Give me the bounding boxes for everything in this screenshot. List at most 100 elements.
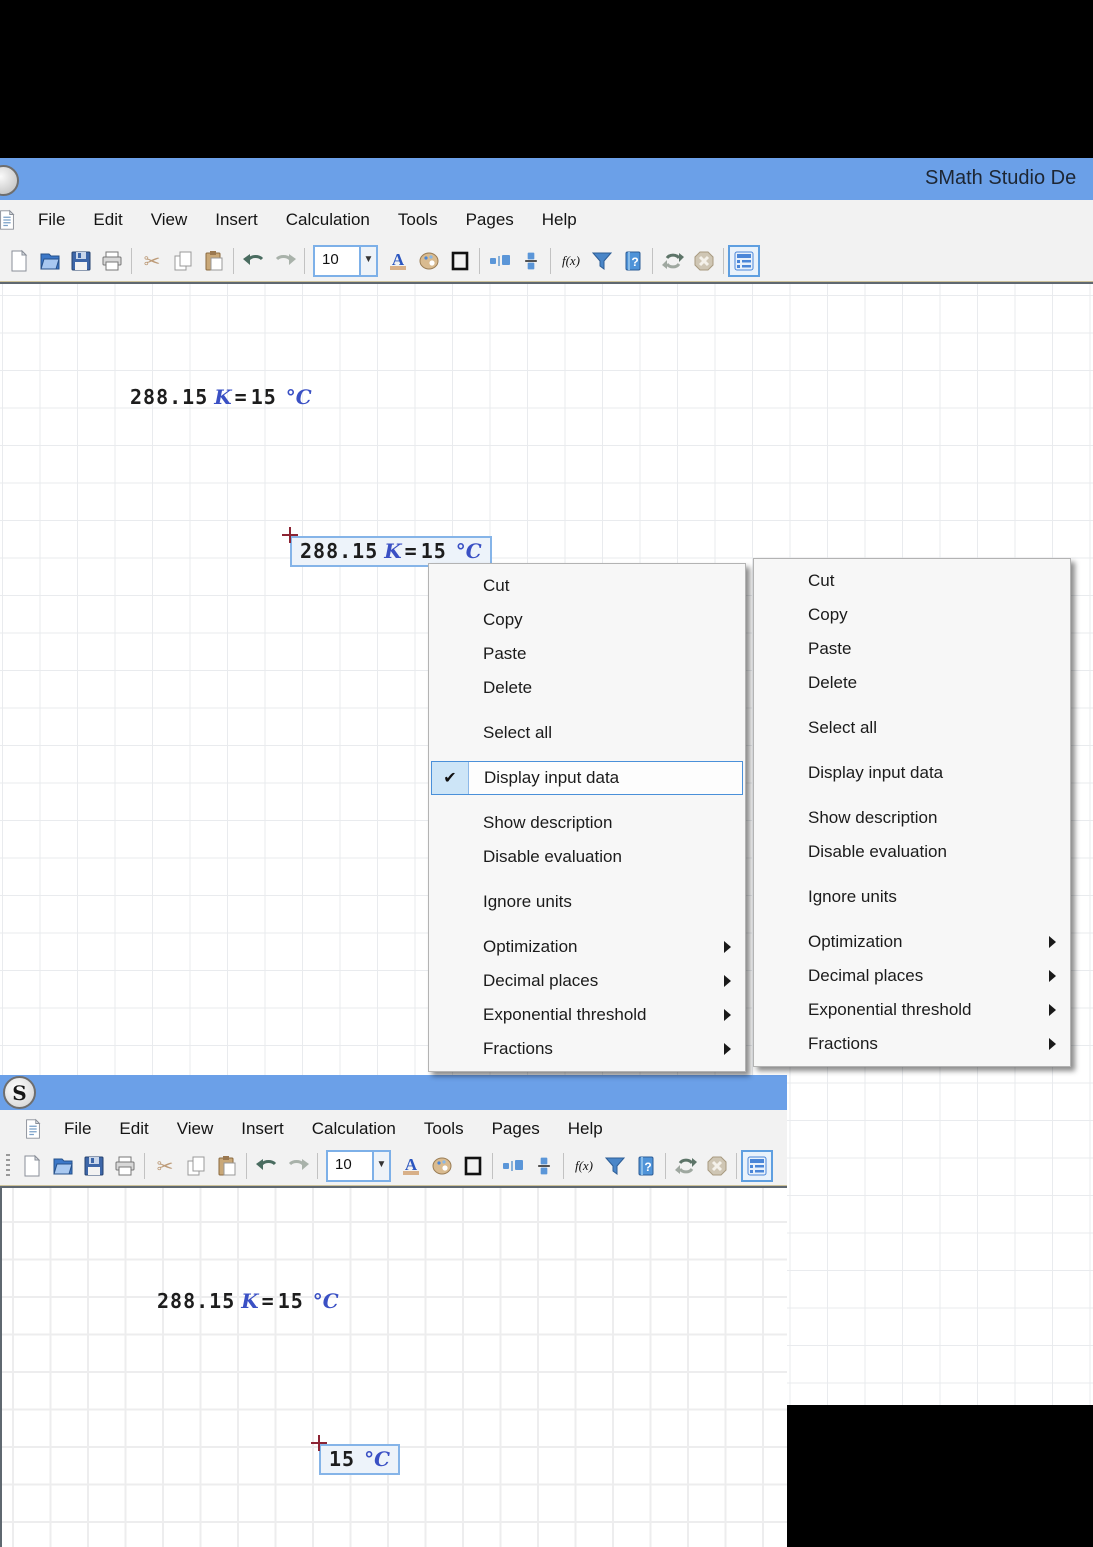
math-expression[interactable]: 288.15 K = 15 °C bbox=[130, 385, 312, 409]
fx-icon[interactable]: f(x) bbox=[555, 246, 586, 276]
menu-item-decimal-places[interactable]: Decimal places bbox=[431, 964, 743, 998]
fraction-icon[interactable] bbox=[528, 1151, 559, 1181]
font-size-combo[interactable]: 10 ▼ bbox=[313, 244, 378, 277]
titlebar[interactable]: SMath Studio De bbox=[0, 158, 1093, 200]
helpbook-icon[interactable]: ? bbox=[630, 1151, 661, 1181]
menu-item-copy[interactable]: Copy bbox=[431, 603, 743, 637]
menu-item-select-all[interactable]: Select all bbox=[756, 711, 1068, 745]
open-icon[interactable] bbox=[47, 1151, 78, 1181]
redo-icon[interactable] bbox=[282, 1151, 313, 1181]
options-icon[interactable] bbox=[741, 1150, 773, 1182]
save-icon[interactable] bbox=[78, 1151, 109, 1181]
menu-item-delete[interactable]: Delete bbox=[431, 671, 743, 705]
selected-math-expression[interactable]: 15 °C bbox=[311, 1435, 401, 1475]
menubar-item-file[interactable]: File bbox=[50, 1119, 105, 1139]
paste-icon[interactable] bbox=[198, 246, 229, 276]
paste-icon[interactable] bbox=[211, 1151, 242, 1181]
menu-item-display-input-data[interactable]: ✔ Display input data bbox=[431, 761, 743, 795]
refresh-icon[interactable] bbox=[670, 1151, 701, 1181]
helpbook-icon[interactable]: ? bbox=[617, 246, 648, 276]
open-icon[interactable] bbox=[34, 246, 65, 276]
menubar-item-edit[interactable]: Edit bbox=[105, 1119, 162, 1139]
menu-item-cut[interactable]: Cut bbox=[756, 564, 1068, 598]
new-icon[interactable] bbox=[3, 246, 34, 276]
print-icon[interactable] bbox=[109, 1151, 140, 1181]
menubar-item-tools[interactable]: Tools bbox=[384, 210, 452, 230]
menu-item-optimization[interactable]: Optimization bbox=[431, 930, 743, 964]
undo-icon[interactable] bbox=[238, 246, 269, 276]
menu-item-fractions[interactable]: Fractions bbox=[431, 1032, 743, 1066]
menubar-item-help[interactable]: Help bbox=[528, 210, 591, 230]
refresh-icon[interactable] bbox=[657, 246, 688, 276]
menu-item-delete[interactable]: Delete bbox=[756, 666, 1068, 700]
stop-icon[interactable] bbox=[688, 246, 719, 276]
expression-value: 288.15 bbox=[157, 1289, 236, 1313]
menubar-item-help[interactable]: Help bbox=[554, 1119, 617, 1139]
print-icon[interactable] bbox=[96, 246, 127, 276]
menubar-item-insert[interactable]: Insert bbox=[201, 210, 272, 230]
border-icon[interactable] bbox=[444, 246, 475, 276]
fraction-icon[interactable] bbox=[515, 246, 546, 276]
save-icon[interactable] bbox=[65, 246, 96, 276]
combo-dropdown-arrow-icon[interactable]: ▼ bbox=[359, 246, 376, 275]
menu-item-display-input-data[interactable]: Display input data bbox=[756, 756, 1068, 790]
menu-item-ignore-units[interactable]: Ignore units bbox=[431, 885, 743, 919]
units-icon[interactable] bbox=[484, 246, 515, 276]
menubar-item-insert[interactable]: Insert bbox=[227, 1119, 298, 1139]
menu-item-label: Fractions bbox=[483, 1039, 553, 1058]
palette-icon[interactable] bbox=[413, 246, 444, 276]
fontcolor-icon[interactable]: A bbox=[395, 1151, 426, 1181]
menu-item-disable-evaluation[interactable]: Disable evaluation bbox=[431, 840, 743, 874]
menu-item-ignore-units[interactable]: Ignore units bbox=[756, 880, 1068, 914]
copy-icon[interactable] bbox=[167, 246, 198, 276]
menu-item-optimization[interactable]: Optimization bbox=[756, 925, 1068, 959]
menu-item-exponential-threshold[interactable]: Exponential threshold bbox=[756, 993, 1068, 1027]
menu-item-select-all[interactable]: Select all bbox=[431, 716, 743, 750]
border-icon[interactable] bbox=[457, 1151, 488, 1181]
worksheet-canvas[interactable]: 288.15 K = 15 °C 15 °C bbox=[0, 1188, 787, 1547]
menubar-item-edit[interactable]: Edit bbox=[79, 210, 136, 230]
fontcolor-icon[interactable]: A bbox=[382, 246, 413, 276]
menubar-item-view[interactable]: View bbox=[163, 1119, 228, 1139]
cut-icon[interactable]: ✂ bbox=[149, 1151, 180, 1181]
expression-unit: K bbox=[384, 539, 402, 563]
menu-item-label: Optimization bbox=[483, 937, 578, 956]
menu-item-fractions[interactable]: Fractions bbox=[756, 1027, 1068, 1061]
menu-item-cut[interactable]: Cut bbox=[431, 569, 743, 603]
redo-icon[interactable] bbox=[269, 246, 300, 276]
cut-icon[interactable]: ✂ bbox=[136, 246, 167, 276]
units-icon[interactable] bbox=[497, 1151, 528, 1181]
menu-item-decimal-places[interactable]: Decimal places bbox=[756, 959, 1068, 993]
copy-icon[interactable] bbox=[180, 1151, 211, 1181]
stop-icon[interactable] bbox=[701, 1151, 732, 1181]
filter-icon[interactable] bbox=[599, 1151, 630, 1181]
undo-icon[interactable] bbox=[251, 1151, 282, 1181]
filter-icon[interactable] bbox=[586, 246, 617, 276]
menubar-item-calculation[interactable]: Calculation bbox=[298, 1119, 410, 1139]
options-icon[interactable] bbox=[728, 244, 760, 277]
menu-item-disable-evaluation[interactable]: Disable evaluation bbox=[756, 835, 1068, 869]
menubar-item-calculation[interactable]: Calculation bbox=[272, 210, 384, 230]
menubar-item-pages[interactable]: Pages bbox=[478, 1119, 554, 1139]
menu-item-exponential-threshold[interactable]: Exponential threshold bbox=[431, 998, 743, 1032]
menubar-item-tools[interactable]: Tools bbox=[410, 1119, 478, 1139]
menu-item-show-description[interactable]: Show description bbox=[756, 801, 1068, 835]
font-size-value[interactable]: 10 bbox=[328, 1152, 372, 1180]
combo-dropdown-arrow-icon[interactable]: ▼ bbox=[372, 1152, 389, 1180]
fx-icon[interactable]: f(x) bbox=[568, 1151, 599, 1181]
menu-item-copy[interactable]: Copy bbox=[756, 598, 1068, 632]
menu-item-paste[interactable]: Paste bbox=[431, 637, 743, 671]
toolbar-grip[interactable] bbox=[6, 1154, 10, 1178]
menubar-item-file[interactable]: File bbox=[24, 210, 79, 230]
font-size-combo[interactable]: 10 ▼ bbox=[326, 1150, 391, 1182]
titlebar[interactable]: S bbox=[0, 1075, 787, 1110]
font-size-value[interactable]: 10 bbox=[315, 247, 359, 275]
palette-icon[interactable] bbox=[426, 1151, 457, 1181]
math-expression[interactable]: 288.15 K = 15 °C bbox=[157, 1289, 339, 1313]
menubar-item-pages[interactable]: Pages bbox=[452, 210, 528, 230]
menu-item-show-description[interactable]: Show description bbox=[431, 806, 743, 840]
menu-item-paste[interactable]: Paste bbox=[756, 632, 1068, 666]
toolbar-separator bbox=[233, 247, 234, 274]
menubar-item-view[interactable]: View bbox=[137, 210, 202, 230]
new-icon[interactable] bbox=[16, 1151, 47, 1181]
